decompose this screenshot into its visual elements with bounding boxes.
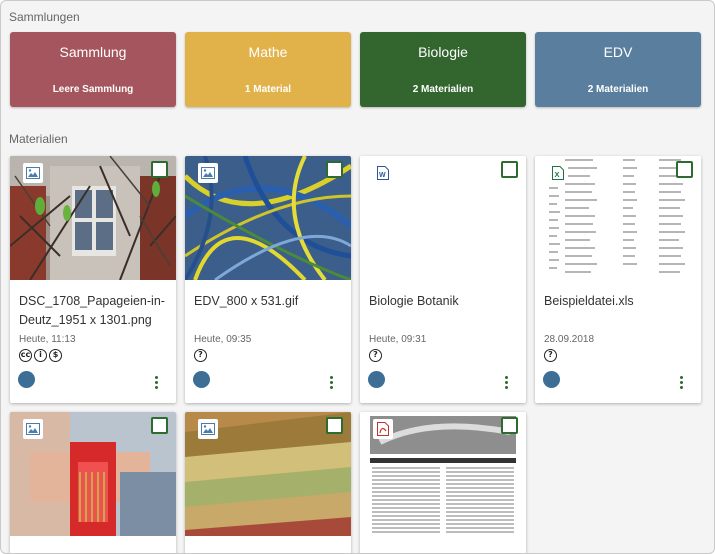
collection-tile-mathe[interactable]: Mathe 1 Material — [185, 32, 351, 107]
material-title[interactable]: Beispieldatei.xls — [544, 292, 694, 311]
image-icon — [198, 163, 218, 183]
material-date: Heute, 09:35 — [194, 334, 252, 345]
license-unknown-icon: ? — [369, 349, 382, 362]
material-card[interactable]: X Beispieldatei.xls 28.09.2018 ? — [535, 156, 701, 403]
license-icons: ? — [544, 349, 557, 362]
collection-count: Leere Sammlung — [52, 84, 134, 95]
collection-tile-edv[interactable]: EDV 2 Materialien — [535, 32, 701, 107]
collection-browser: Sammlungen Sammlung Leere Sammlung Mathe… — [0, 0, 715, 554]
collection-tile-sammlung[interactable]: Sammlung Leere Sammlung — [10, 32, 176, 107]
by-attribution-icon: i — [34, 349, 47, 362]
material-thumbnail[interactable] — [10, 412, 176, 536]
material-thumbnail[interactable] — [10, 156, 176, 280]
collection-title: EDV — [603, 44, 633, 60]
collection-count: 2 Materialien — [587, 84, 649, 95]
image-icon — [198, 419, 218, 439]
word-icon: W — [373, 163, 393, 183]
more-options-icon[interactable] — [330, 376, 334, 391]
materials-heading: Materialien — [9, 132, 68, 146]
collection-tile-biologie[interactable]: Biologie 2 Materialien — [360, 32, 526, 107]
collection-title: Mathe — [248, 44, 288, 60]
select-checkbox[interactable] — [501, 417, 518, 434]
cc-icon: cc — [19, 349, 32, 362]
collection-count: 2 Materialien — [412, 84, 474, 95]
collection-count: 1 Material — [244, 84, 292, 95]
material-title[interactable]: EDV_800 x 531.gif — [194, 292, 344, 311]
share-icon[interactable] — [18, 371, 35, 388]
image-icon — [23, 163, 43, 183]
license-icons: ? — [369, 349, 382, 362]
select-checkbox[interactable] — [151, 161, 168, 178]
select-checkbox[interactable] — [326, 161, 343, 178]
material-card[interactable] — [360, 412, 526, 553]
material-card[interactable] — [185, 412, 351, 553]
share-icon[interactable] — [543, 371, 560, 388]
material-card[interactable]: W Biologie Botanik Heute, 09:31 ? — [360, 156, 526, 403]
collection-title: Biologie — [418, 44, 468, 60]
license-icons: cc i $ — [19, 349, 62, 362]
excel-icon: X — [548, 163, 568, 183]
select-checkbox[interactable] — [501, 161, 518, 178]
material-card[interactable] — [10, 412, 176, 553]
material-card[interactable]: DSC_1708_Papageien-in-Deutz_1951 x 1301.… — [10, 156, 176, 403]
image-icon — [23, 419, 43, 439]
material-thumbnail[interactable] — [185, 156, 351, 280]
select-checkbox[interactable] — [326, 417, 343, 434]
more-options-icon[interactable] — [680, 376, 684, 391]
non-commercial-icon: $ — [49, 349, 62, 362]
material-thumbnail[interactable]: W — [360, 156, 526, 280]
material-thumbnail[interactable]: X — [535, 156, 701, 280]
license-unknown-icon: ? — [194, 349, 207, 362]
select-checkbox[interactable] — [676, 161, 693, 178]
license-icons: ? — [194, 349, 207, 362]
select-checkbox[interactable] — [151, 417, 168, 434]
material-thumbnail[interactable] — [185, 412, 351, 536]
material-date: 28.09.2018 — [544, 334, 595, 345]
collection-title: Sammlung — [59, 44, 127, 60]
material-title[interactable]: DSC_1708_Papageien-in-Deutz_1951 x 1301.… — [19, 292, 169, 330]
material-title[interactable]: Biologie Botanik — [369, 292, 519, 311]
material-date: Heute, 09:31 — [369, 334, 427, 345]
material-thumbnail[interactable] — [360, 412, 526, 536]
pdf-icon — [373, 419, 393, 439]
material-card[interactable]: EDV_800 x 531.gif Heute, 09:35 ? — [185, 156, 351, 403]
share-icon[interactable] — [193, 371, 210, 388]
material-date: Heute, 11:13 — [19, 334, 76, 345]
svg-text:W: W — [379, 172, 386, 179]
collections-heading: Sammlungen — [9, 10, 80, 24]
svg-text:X: X — [555, 170, 560, 179]
share-icon[interactable] — [368, 371, 385, 388]
more-options-icon[interactable] — [155, 376, 159, 391]
more-options-icon[interactable] — [505, 376, 509, 391]
license-unknown-icon: ? — [544, 349, 557, 362]
